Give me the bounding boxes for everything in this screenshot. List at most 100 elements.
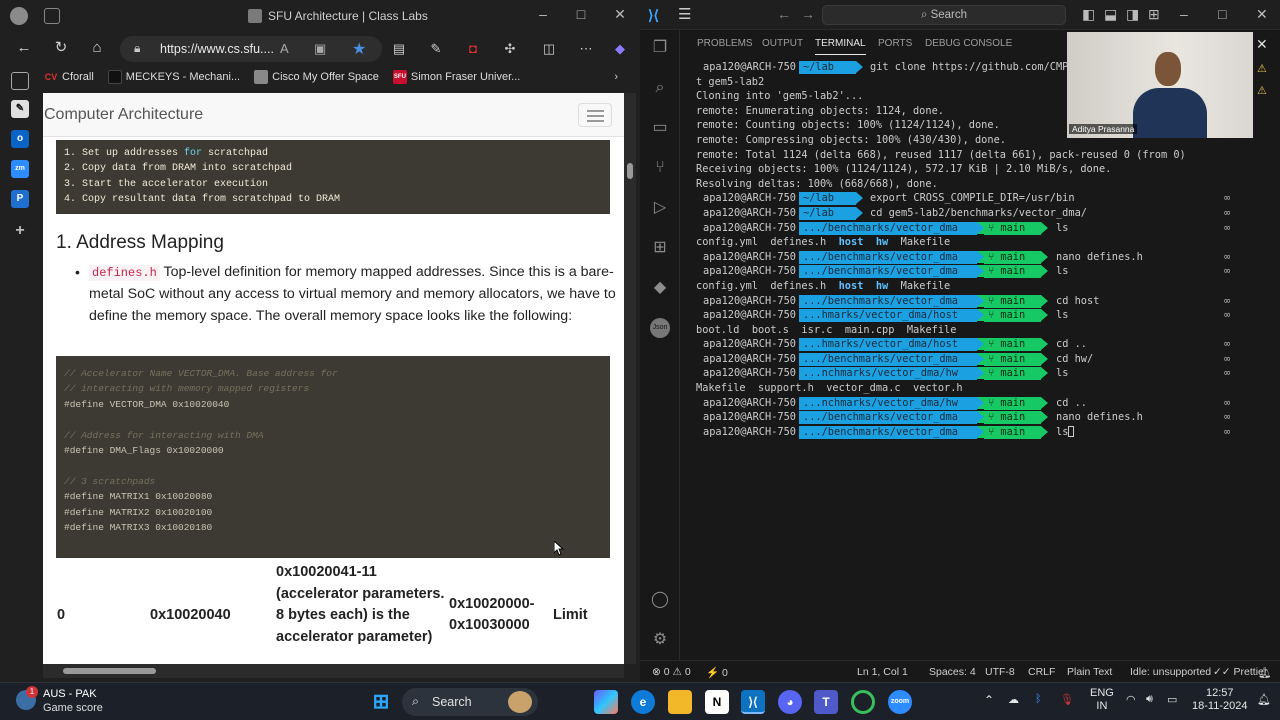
cursor-position[interactable]: Ln 1, Col 1	[857, 666, 908, 678]
eol-status[interactable]: CRLF	[1028, 666, 1055, 678]
docker-icon[interactable]: ◆	[650, 278, 670, 298]
bookmark-sfu[interactable]: SFU Simon Fraser Univer...	[392, 70, 520, 84]
file-explorer-icon[interactable]	[668, 690, 692, 714]
ports-status[interactable]: ⚡ 0	[706, 666, 728, 679]
extensions-icon[interactable]: ⊞	[650, 238, 670, 258]
bluetooth-icon[interactable]: ᛒ	[1035, 693, 1042, 705]
add-icon[interactable]: +	[11, 222, 29, 240]
zoom-icon[interactable]: zm	[11, 160, 29, 178]
tab-problems[interactable]: PROBLEMS	[697, 38, 753, 49]
edge-icon[interactable]: e	[631, 690, 655, 714]
layout-icon[interactable]: ⊞	[1148, 6, 1160, 23]
toggle-panel-icon[interactable]: ⬓	[1104, 6, 1117, 23]
home-icon[interactable]: ⌂	[86, 37, 108, 59]
sync-app-icon[interactable]	[851, 690, 875, 714]
chevron-right-icon[interactable]: ›	[614, 71, 618, 83]
notification-center-icon[interactable]: 🔔︎	[1257, 693, 1271, 706]
minimize-icon[interactable]: –	[533, 6, 553, 22]
problems-status[interactable]: ⊗ 0 ⚠ 0	[652, 666, 691, 678]
favorite-star-icon[interactable]: ★	[352, 39, 366, 59]
tab-ports[interactable]: PORTS	[878, 38, 912, 49]
split-screen-icon[interactable]: ◫	[541, 41, 557, 57]
tab-actions-icon[interactable]	[11, 72, 29, 90]
search-icon[interactable]: ⌕	[650, 78, 670, 98]
copilot-icon[interactable]	[594, 690, 618, 714]
scroll-thumb[interactable]	[627, 163, 633, 179]
minimize-icon[interactable]: –	[1180, 6, 1188, 22]
command-search[interactable]: ⌕ Search	[822, 5, 1066, 25]
collections-icon[interactable]: ▤	[391, 41, 407, 57]
pcloud-icon[interactable]: P	[11, 190, 29, 208]
terminal-output[interactable]: apa120@ARCH-750 ~/lab git clone https://gi…	[696, 60, 1276, 660]
taskbar-search[interactable]: ⌕ Search	[402, 688, 538, 716]
battery-icon[interactable]: ▭	[1167, 693, 1177, 706]
onedrive-icon[interactable]: ☁	[1008, 693, 1019, 706]
site-brand[interactable]: Computer Architecture	[44, 106, 203, 124]
extensions-icon[interactable]: ✣	[502, 41, 518, 57]
maximize-icon[interactable]: □	[571, 6, 591, 22]
bookmark-meckeys[interactable]: MECKEYS - Mechani...	[107, 70, 240, 84]
more-icon[interactable]: ⋯	[578, 41, 594, 57]
horizontal-scrollbar[interactable]	[43, 664, 624, 678]
idle-status[interactable]: Idle: unsupported	[1130, 666, 1211, 678]
close-icon[interactable]: ✕	[610, 6, 630, 23]
pen-icon[interactable]: ✎	[428, 41, 444, 57]
windows-start-icon[interactable]: ⊞	[369, 690, 393, 714]
immersive-reader-icon[interactable]: ▣	[314, 41, 326, 57]
weather-widget[interactable]: 1 AUS - PAK Game score	[14, 686, 144, 718]
notion-icon[interactable]: N	[705, 690, 729, 714]
settings-gear-icon[interactable]: ⚙	[650, 630, 670, 650]
prompt-user: apa120@ARCH-750	[703, 425, 796, 438]
wifi-icon[interactable]: ◠	[1126, 693, 1136, 706]
copilot-icon[interactable]: ◆	[612, 41, 628, 57]
toggle-sidebar-icon[interactable]: ◧	[1082, 6, 1095, 23]
back-icon[interactable]: ←	[13, 37, 35, 59]
hamburger-menu-icon[interactable]	[578, 103, 612, 127]
tab-debug-console[interactable]: DEBUG CONSOLE	[925, 38, 1012, 49]
warning-icon[interactable]: ⚠	[1257, 84, 1269, 97]
account-icon[interactable]: ◯	[650, 590, 670, 610]
vertical-scrollbar[interactable]	[624, 93, 636, 664]
close-icon[interactable]: ✕	[1256, 6, 1268, 23]
workspaces-icon[interactable]	[44, 8, 60, 24]
tab-output[interactable]: OUTPUT	[762, 38, 803, 49]
profile-avatar[interactable]	[10, 7, 28, 25]
explorer-icon[interactable]: ❐	[650, 38, 670, 58]
teams-icon[interactable]: T	[814, 690, 838, 714]
bookmark-cforall[interactable]: CV Cforall	[44, 70, 94, 84]
active-tab-icon[interactable]: ✎	[11, 100, 29, 118]
powerline-separator	[1041, 265, 1048, 278]
refresh-icon[interactable]: ↻	[50, 37, 72, 59]
notifications-icon[interactable]: 🔔︎	[1258, 666, 1271, 679]
encoding-status[interactable]: UTF-8	[985, 666, 1015, 678]
vscode-taskbar-icon[interactable]: ⟩⟨	[741, 690, 765, 714]
back-arrow-icon[interactable]: ←	[777, 6, 791, 22]
warning-icon[interactable]: ⚠	[1257, 62, 1269, 75]
forward-arrow-icon[interactable]: →	[801, 6, 815, 22]
indent-status[interactable]: Spaces: 4	[929, 666, 976, 678]
json-icon[interactable]: Json	[650, 318, 670, 338]
clock[interactable]: 12:57 18-11-2024	[1192, 687, 1247, 713]
address-bar[interactable]: 🔒︎ https://www.cs.sfu.... A ▣ ★	[120, 36, 382, 62]
toggle-secondary-icon[interactable]: ◨	[1126, 6, 1139, 23]
run-debug-icon[interactable]: ▷	[650, 198, 670, 218]
outlook-icon[interactable]: o	[11, 130, 29, 148]
volume-icon[interactable]: 🔊︎	[1146, 693, 1153, 706]
microphone-icon[interactable]: 🎙︎	[1060, 693, 1074, 706]
zoom-icon[interactable]: zoom	[888, 690, 912, 714]
maximize-icon[interactable]: □	[1218, 6, 1226, 22]
language-indicator[interactable]: ENG IN	[1090, 687, 1114, 713]
close-panel-icon[interactable]: ✕	[1256, 36, 1268, 53]
read-aloud-icon[interactable]: A	[280, 41, 289, 56]
bookmark-cisco[interactable]: Cisco My Offer Space	[254, 70, 379, 84]
menu-icon[interactable]: ☰	[678, 5, 691, 23]
language-status[interactable]: Plain Text	[1067, 666, 1112, 678]
tray-chevron-up-icon[interactable]: ⌃	[984, 693, 994, 707]
browser-tab-title[interactable]: SFU Architecture | Class Labs	[248, 9, 428, 23]
discord-icon[interactable]: ◕	[778, 690, 802, 714]
source-control-icon[interactable]: ⑂	[650, 158, 670, 178]
remote-explorer-icon[interactable]: ▭	[650, 118, 670, 138]
scroll-thumb[interactable]	[63, 668, 156, 674]
pocket-icon[interactable]: ◘	[465, 41, 481, 57]
tab-terminal[interactable]: TERMINAL	[815, 38, 866, 55]
